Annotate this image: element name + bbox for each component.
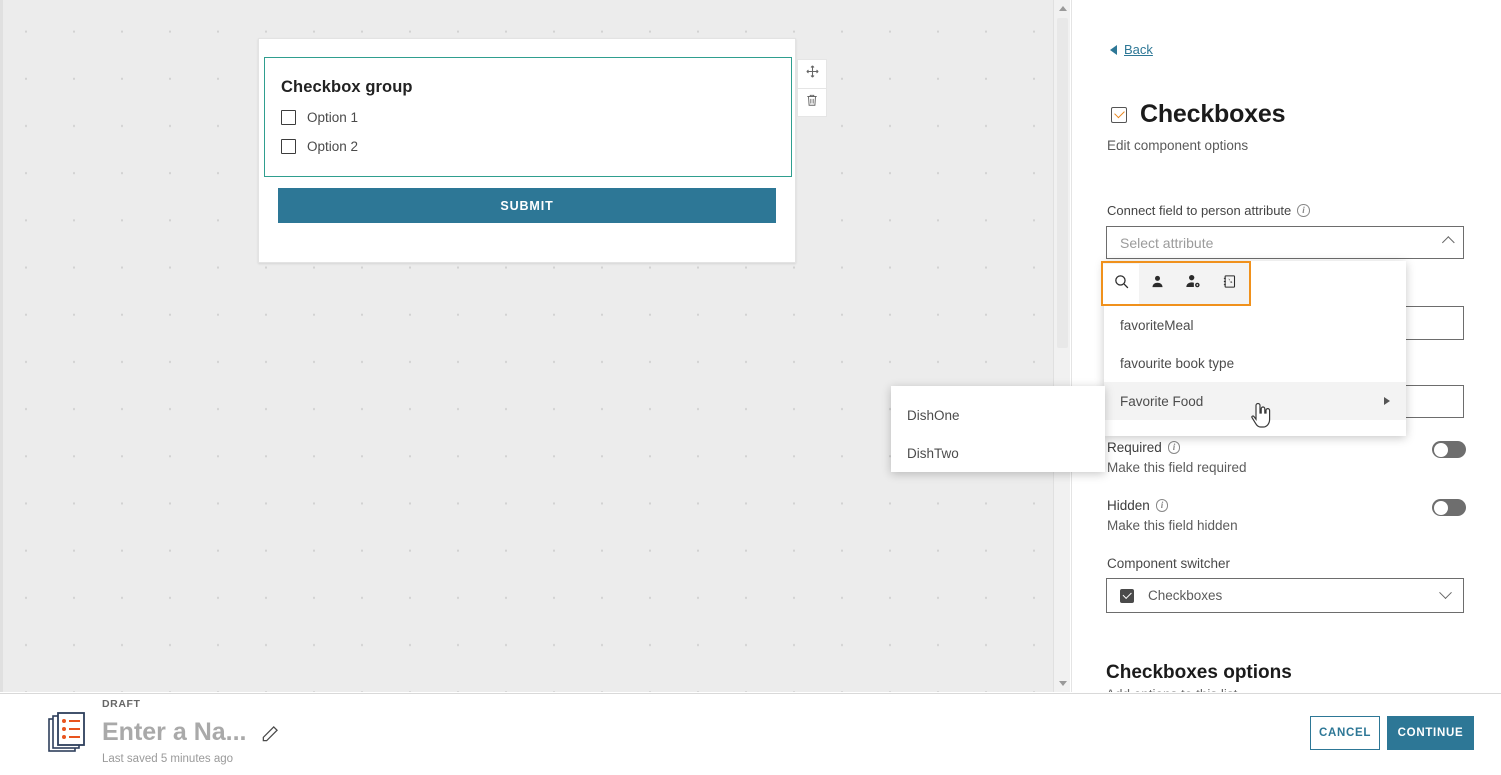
checkbox-option-label: Option 2 [307,139,359,154]
attribute-submenu[interactable]: DishOne DishTwo [891,386,1105,472]
submenu-item[interactable]: DishOne [891,396,1105,434]
attribute-dropdown-tabs[interactable] [1101,261,1251,306]
delete-component-button[interactable] [797,88,827,117]
checkbox-icon [1111,106,1127,123]
checkbox-icon[interactable] [281,110,296,125]
component-title: Checkbox group [281,78,413,96]
form-builder-screen: Checkbox group Option 1 Option 2 SUBMIT [0,0,1501,775]
chevron-up-icon [1058,6,1067,11]
checkbox-option-row[interactable]: Option 1 [281,110,358,125]
options-section-subtext-clipped: Add options to this list [1106,688,1436,692]
info-icon[interactable]: i [1155,499,1169,512]
component-switcher-value: Checkboxes [1148,588,1223,603]
scroll-up-button[interactable] [1054,0,1070,17]
cancel-button[interactable]: CANCEL [1310,716,1380,750]
back-link[interactable]: Back [1110,42,1153,57]
required-label: Required i [1107,440,1181,455]
move-component-button[interactable] [797,59,827,88]
attribute-list: favoriteMeal favourite book type Favorit… [1104,306,1406,420]
submenu-item[interactable]: DishTwo [891,434,1105,472]
attribute-item-label: favoriteMeal [1120,317,1194,333]
submit-button[interactable]: SUBMIT [278,188,776,223]
delete-icon [805,93,819,112]
component-switcher-label: Component switcher [1107,556,1231,571]
chevron-down-icon [1439,586,1452,600]
contact-card-icon [1222,274,1237,294]
submenu-item-label: DishTwo [907,445,959,461]
options-section-heading: Checkboxes options [1106,662,1292,683]
scroll-down-button[interactable] [1054,675,1070,692]
info-icon[interactable]: i [1297,204,1310,217]
component-switcher-select[interactable]: Checkboxes [1106,578,1464,613]
attribute-field-label-text: Connect field to person attribute [1107,203,1292,218]
search-icon [1113,273,1130,295]
required-description: Make this field required [1107,460,1247,475]
move-icon [805,64,820,84]
attribute-list-item[interactable]: favoriteMeal [1104,306,1406,344]
chevron-up-icon [1441,236,1455,249]
canvas-left-edge [0,0,3,692]
checkbox-option-row[interactable]: Option 2 [281,139,358,154]
last-saved-text: Last saved 5 minutes ago [102,753,234,765]
component-action-rail [797,59,827,117]
attribute-item-label: favourite book type [1120,355,1235,371]
person-icon [1150,274,1165,294]
status-badge: DRAFT [102,698,141,710]
chevron-down-icon [1058,681,1067,686]
arrow-left-icon [1110,44,1117,55]
attribute-field-label: Connect field to person attribute i [1107,203,1310,218]
submenu-item-label: DishOne [907,407,960,423]
person-settings-icon [1185,273,1201,294]
back-label: Back [1124,42,1153,57]
chevron-right-icon [1384,397,1390,405]
canvas-scrollbar[interactable] [1053,0,1070,692]
hidden-label: Hidden i [1107,498,1169,513]
form-document-icon [48,712,88,756]
edit-name-button[interactable] [260,724,280,749]
panel-header: Checkboxes [1111,100,1285,129]
scrollbar-thumb[interactable] [1057,18,1068,348]
required-label-text: Required [1107,440,1162,455]
tab-person-settings[interactable] [1175,264,1211,304]
page-title: Checkboxes [1140,100,1286,128]
hidden-label-text: Hidden [1107,498,1150,513]
checkbox-icon [1120,588,1134,603]
hidden-toggle[interactable] [1432,499,1466,516]
tab-search[interactable] [1103,263,1139,304]
checkbox-option-label: Option 1 [307,110,359,125]
required-toggle[interactable] [1432,441,1466,458]
form-canvas[interactable]: Checkbox group Option 1 Option 2 SUBMIT [0,0,1070,692]
tab-contact-card[interactable] [1211,264,1247,304]
checkbox-group-component[interactable]: Checkbox group Option 1 Option 2 [264,57,792,177]
checkbox-icon[interactable] [281,139,296,154]
hidden-description: Make this field hidden [1107,518,1238,533]
form-name: Enter a Na... [102,718,247,746]
info-icon[interactable]: i [1167,441,1181,454]
attribute-list-item[interactable]: Favorite Food [1104,382,1406,420]
attribute-select-value: Select attribute [1120,234,1214,251]
attribute-item-label: Favorite Food [1120,393,1204,409]
attribute-select[interactable]: Select attribute [1106,226,1464,259]
continue-button[interactable]: CONTINUE [1387,716,1474,750]
attribute-list-item[interactable]: favourite book type [1104,344,1406,382]
pencil-icon [260,726,280,748]
panel-subtitle: Edit component options [1107,138,1249,153]
tab-person[interactable] [1139,264,1175,304]
